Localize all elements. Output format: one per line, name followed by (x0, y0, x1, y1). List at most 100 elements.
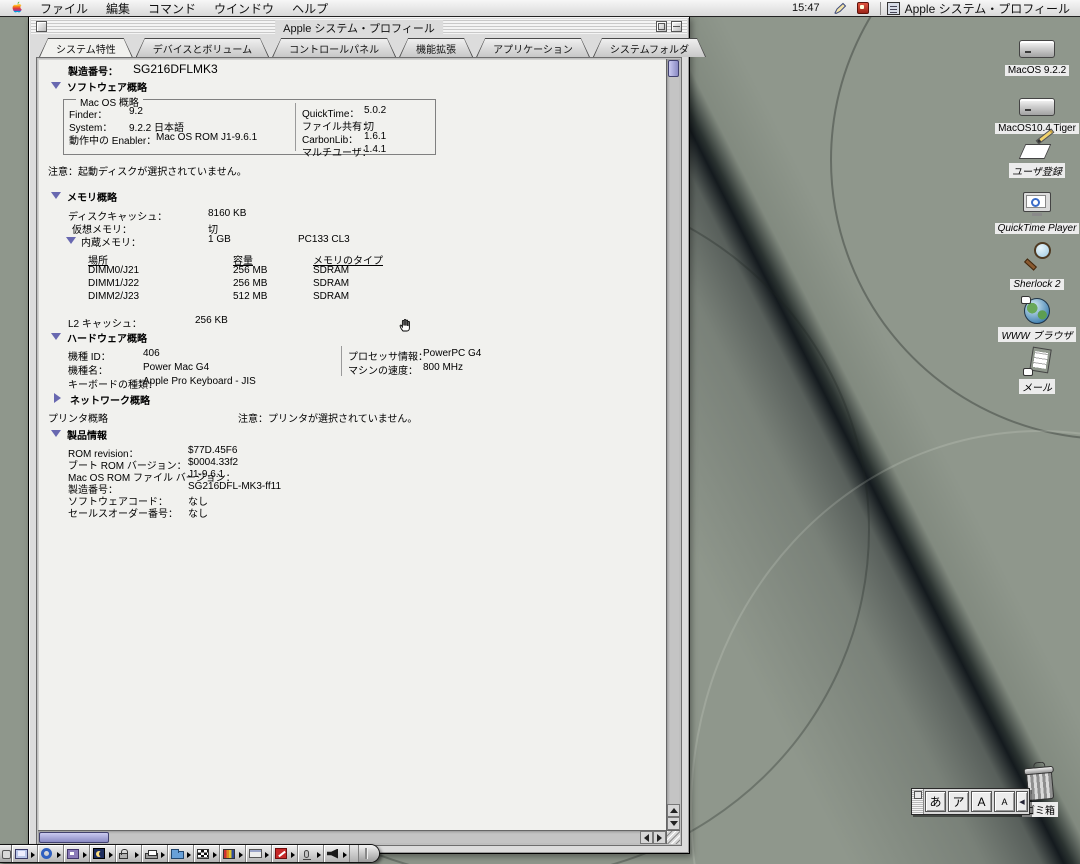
microphone-icon (303, 849, 311, 860)
field-value: 256 KB (195, 315, 228, 326)
globe-icon (1021, 296, 1050, 324)
strip-module-printer[interactable] (142, 845, 168, 862)
production-section-header: 製品情報 (67, 431, 107, 442)
printer-icon (145, 849, 158, 859)
field-label: マシンの速度： (348, 366, 418, 377)
field-value: 800 MHz (423, 362, 464, 373)
field-value: Mac OS ROM J1-9.6.1 (156, 132, 258, 143)
hand-cursor-icon (398, 317, 414, 338)
strip-module-window[interactable] (246, 845, 272, 862)
desktop-icon-macos922[interactable]: MacOS 9.2.2 (989, 24, 1080, 78)
strip-module-keychain[interactable] (116, 845, 142, 862)
close-box-icon[interactable] (36, 21, 47, 32)
desktop-icon-mail[interactable]: メール (989, 342, 1080, 396)
tab-extensions[interactable]: 機能拡張 (399, 38, 473, 57)
menu-help[interactable]: ヘルプ (283, 0, 337, 17)
lock-icon (119, 849, 128, 859)
strip-module-volume[interactable] (324, 845, 350, 862)
control-strip-pull-tab[interactable] (359, 845, 379, 862)
input-method-palette[interactable]: あ ア A A ◀ (911, 788, 1030, 815)
field-value: 5.0.2 (364, 105, 387, 116)
field-value: Apple Pro Keyboard - JIS (143, 376, 256, 387)
horizontal-scroll-thumb[interactable] (39, 832, 109, 843)
box-divider (295, 103, 296, 151)
field-value: 406 (143, 348, 160, 359)
romaji-mode-button[interactable]: A (971, 791, 992, 812)
horizontal-scrollbar[interactable] (38, 830, 666, 844)
control-strip-end-cap[interactable] (0, 845, 12, 862)
scroll-down-arrow-icon[interactable] (667, 817, 680, 830)
table-cell: SDRAM (313, 278, 350, 289)
window-title: Apple システム・プロフィール (275, 20, 443, 36)
field-value: 9.2 (129, 106, 143, 117)
disclosure-triangle-icon[interactable] (66, 237, 76, 244)
system-profile-pane: 製造番号： SG216DFLMK3 ソフトウェア概略 Mac OS 概略 Fin… (38, 59, 666, 830)
serial-label: 製造番号： (68, 67, 118, 78)
menu-command[interactable]: コマンド (139, 0, 205, 17)
menu-bar: ファイル 編集 コマンド ウインドウ ヘルプ 15:47 Apple システム・… (0, 0, 1080, 17)
strip-module-file-sharing[interactable] (64, 845, 90, 862)
apple-menu-icon[interactable] (10, 1, 23, 16)
app-switcher-icon[interactable] (856, 2, 869, 14)
pencil-input-icon[interactable] (833, 2, 847, 15)
window-grow-box[interactable] (666, 830, 680, 844)
scroll-up-arrow-icon[interactable] (667, 804, 680, 817)
tab-system-folder[interactable]: システムフォルダ (593, 38, 706, 57)
disclosure-triangle-icon[interactable] (51, 430, 61, 437)
control-strip[interactable] (0, 844, 380, 863)
kotoeri-icon (275, 848, 287, 859)
strip-module-bit-depth[interactable] (194, 845, 220, 862)
menu-window[interactable]: ウインドウ (205, 0, 283, 17)
strip-module-energy-saver[interactable] (90, 845, 116, 862)
field-value: $0004.33f2 (188, 457, 239, 468)
menu-clock[interactable]: 15:47 (784, 2, 828, 14)
strip-module-microphone[interactable] (298, 845, 324, 862)
strip-module-display[interactable] (12, 845, 38, 862)
disclosure-triangle-icon[interactable] (51, 333, 61, 340)
vertical-scroll-thumb[interactable] (668, 60, 679, 77)
color-bars-icon (223, 848, 235, 859)
menu-file[interactable]: ファイル (31, 0, 97, 17)
palette-drag-handle[interactable] (912, 789, 924, 814)
desktop-icon-user-registration[interactable]: ユーザ登録 (989, 126, 1080, 180)
disclosure-triangle-collapsed-icon[interactable] (54, 393, 61, 403)
software-section-header: ソフトウェア概略 (67, 83, 147, 94)
strip-module-folder[interactable] (168, 845, 194, 862)
strip-module-kotoeri[interactable] (272, 845, 298, 862)
icon-label: Sherlock 2 (1010, 279, 1064, 290)
table-cell: DIMM2/J23 (88, 291, 140, 302)
desktop-icon-www-browser[interactable]: WWW ブラウザ (989, 290, 1080, 344)
menu-edit[interactable]: 編集 (97, 0, 139, 17)
desktop-icon-sherlock[interactable]: Sherlock 2 (989, 238, 1080, 292)
zoom-box-icon[interactable] (656, 21, 667, 32)
folder-icon (171, 849, 184, 859)
table-cell: 512 MB (233, 291, 268, 302)
application-menu[interactable]: Apple システム・プロフィール (886, 0, 1080, 17)
window-title-bar[interactable]: Apple システム・プロフィール (31, 19, 687, 36)
scroll-right-arrow-icon[interactable] (653, 831, 666, 844)
magnifier-icon (1022, 242, 1052, 272)
field-value: Power Mac G4 (143, 362, 210, 373)
desktop-icon-quicktime-player[interactable]: QuickTime Player (989, 182, 1080, 236)
half-width-mode-button[interactable]: A (994, 791, 1015, 812)
vertical-scrollbar[interactable] (666, 59, 680, 830)
table-cell: SDRAM (313, 291, 350, 302)
strip-module-color-depth[interactable] (220, 845, 246, 862)
moon-icon (93, 848, 105, 859)
disclosure-triangle-icon[interactable] (51, 82, 61, 89)
palette-collapse-button[interactable]: ◀ (1016, 791, 1028, 812)
scroll-left-arrow-icon[interactable] (640, 831, 653, 844)
field-value: なし (188, 509, 208, 520)
tab-control-panels[interactable]: コントロールパネル (272, 38, 396, 57)
collapse-box-icon[interactable] (671, 21, 682, 32)
field-value: $77D.45F6 (188, 445, 238, 456)
tab-devices-volumes[interactable]: デバイスとボリューム (136, 38, 269, 57)
tab-applications[interactable]: アプリケーション (476, 38, 590, 57)
katakana-mode-button[interactable]: ア (948, 791, 969, 812)
table-cell: DIMM0/J21 (88, 265, 140, 276)
disclosure-triangle-icon[interactable] (51, 192, 61, 199)
tab-system-profile[interactable]: システム特性 (39, 38, 133, 57)
hiragana-mode-button[interactable]: あ (925, 791, 946, 812)
apple-system-profiler-window: Apple システム・プロフィール システム特性 デバイスとボリューム コントロ… (28, 16, 690, 854)
strip-module-quicktime[interactable] (38, 845, 64, 862)
